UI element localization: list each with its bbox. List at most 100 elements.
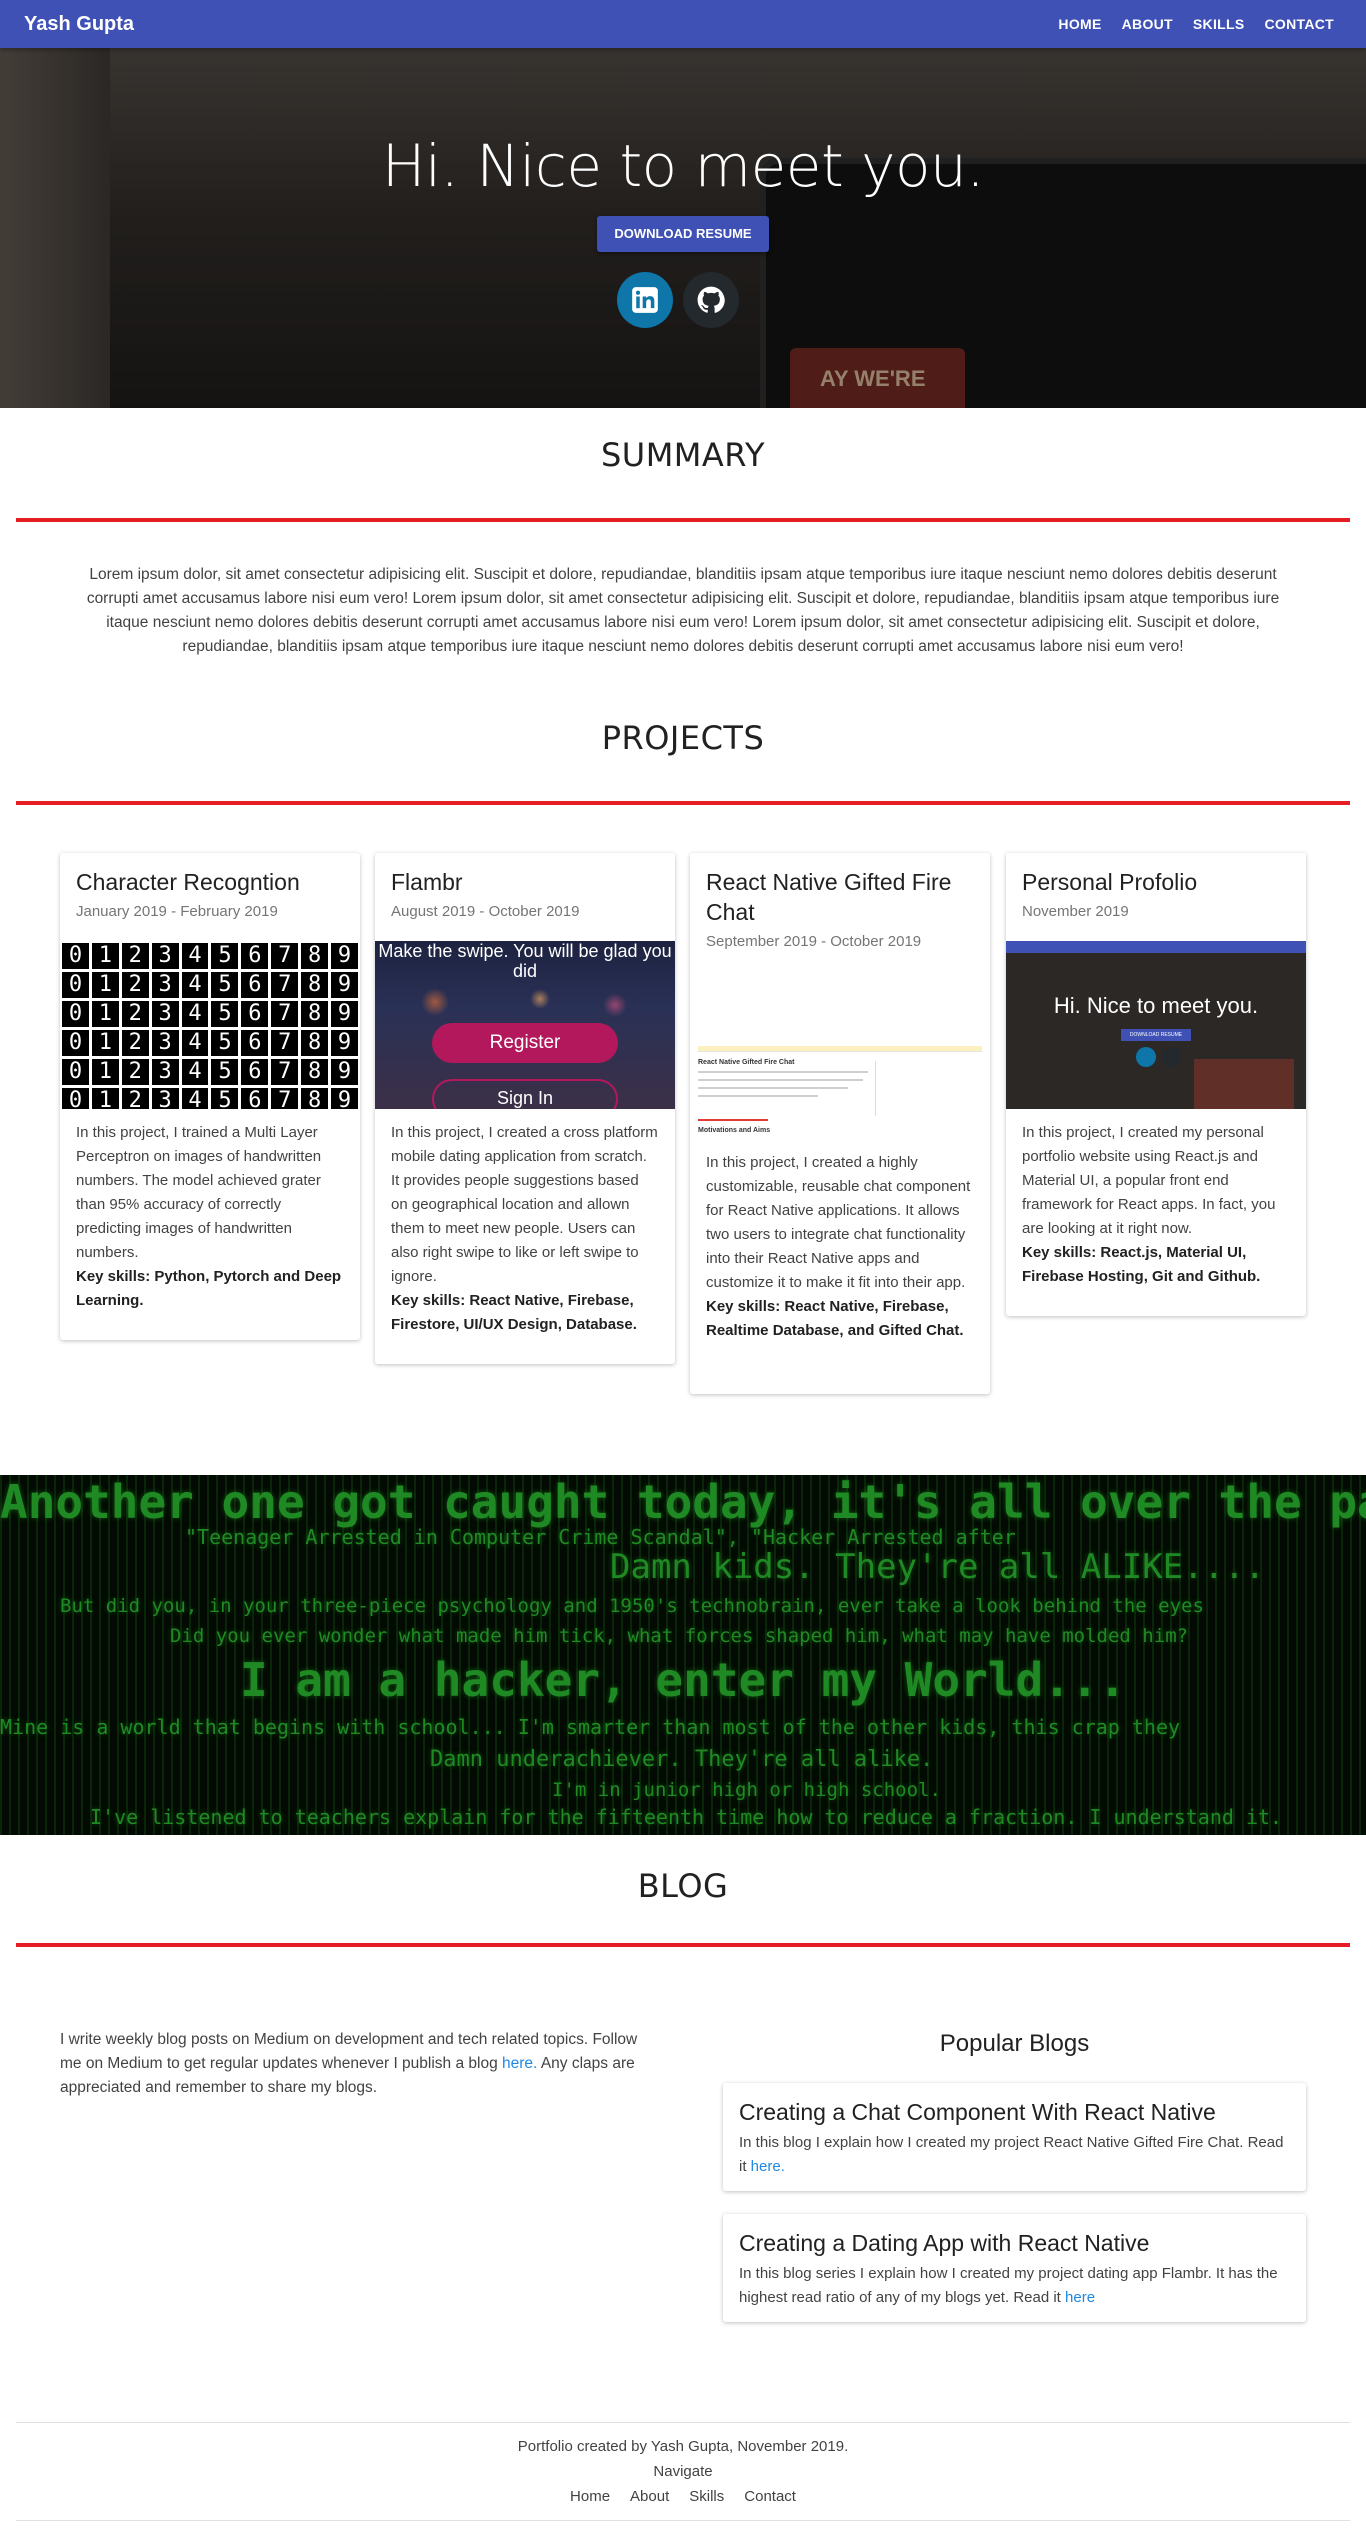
mnist-digit: 9	[331, 1088, 358, 1109]
mnist-digit: 3	[151, 1059, 179, 1085]
mnist-digit: 7	[271, 943, 299, 969]
github-button[interactable]	[683, 272, 739, 328]
blog-post-title: Creating a Dating App with React Native	[739, 2230, 1150, 2256]
hacker-manifesto-banner: Another one got caught today, it's all o…	[0, 1475, 1366, 1835]
mnist-digit: 0	[62, 1088, 89, 1109]
project-title: Flambr	[391, 869, 463, 895]
manifesto-line: I am a hacker, enter my World...	[240, 1653, 1127, 1707]
blog-title: BLOG	[637, 1867, 729, 1905]
nav-about-link[interactable]: ABOUT	[1122, 16, 1173, 32]
manifesto-line: Another one got caught today, it's all o…	[0, 1475, 1366, 1529]
screenshot-heading: React Native Gifted Fire Chat	[698, 1059, 795, 1066]
project-date: November 2019	[1022, 903, 1129, 920]
popular-blogs-title: Popular Blogs	[939, 2030, 1090, 2057]
footer-navigate-heading: Navigate	[653, 2463, 713, 2480]
project-card-personal-portfolio[interactable]: Personal Profolio November 2019 Hi. Nice…	[1006, 853, 1306, 1316]
project-key-skills: Key skills: React Native, Firebase, Fire…	[391, 1292, 637, 1333]
mini-sign	[1194, 1059, 1294, 1109]
linkedin-button[interactable]	[617, 272, 673, 328]
mnist-digit: 5	[211, 943, 239, 969]
mnist-digit: 7	[271, 1001, 299, 1027]
project-card-flambr[interactable]: Flambr August 2019 - October 2019 Make t…	[375, 853, 675, 1364]
project-title: Personal Profolio	[1022, 869, 1198, 895]
mnist-digit: 7	[271, 1030, 299, 1056]
nav-links: HOME ABOUT SKILLS CONTACT	[1058, 16, 1334, 32]
footer-credit: Portfolio created by Yash Gupta, Novembe…	[517, 2438, 849, 2455]
footer-home-link[interactable]: Home	[570, 2488, 610, 2505]
mnist-digit: 5	[211, 1001, 239, 1027]
blog-post-link[interactable]: here.	[751, 2158, 785, 2175]
mini-linkedin-icon	[1136, 1047, 1156, 1067]
mnist-digit: 2	[121, 1001, 149, 1027]
mnist-digit: 9	[331, 972, 358, 998]
blog-card-dating-app[interactable]: Creating a Dating App with React Native …	[723, 2214, 1306, 2322]
flambr-register-button: Register	[432, 1023, 618, 1063]
mini-resume-button: DOWNLOAD RESUME	[1121, 1029, 1191, 1041]
nav-skills-link[interactable]: SKILLS	[1193, 16, 1245, 32]
blog-card-chat-component[interactable]: Creating a Chat Component With React Nat…	[723, 2083, 1306, 2191]
mnist-digit: 6	[241, 1059, 269, 1085]
screenshot-text-line	[698, 1071, 868, 1073]
blog-intro: I write weekly blog posts on Medium on d…	[60, 2028, 660, 2100]
download-resume-button[interactable]: DOWNLOAD RESUME	[597, 216, 769, 252]
mnist-digit: 0	[62, 943, 89, 969]
mnist-digit: 1	[91, 1059, 119, 1085]
project-description-text: In this project, I created a highly cust…	[706, 1154, 971, 1291]
medium-link[interactable]: here.	[502, 2055, 537, 2072]
project-title: Character Recogntion	[76, 869, 300, 895]
mnist-digit: 2	[121, 943, 149, 969]
mnist-digit: 6	[241, 943, 269, 969]
project-card-character-recognition[interactable]: Character Recogntion January 2019 - Febr…	[60, 853, 360, 1340]
manifesto-line: But did you, in your three-piece psychol…	[60, 1595, 1204, 1617]
blog-post-body: In this blog series I explain how I crea…	[739, 2262, 1294, 2310]
mnist-digit: 9	[331, 1030, 358, 1056]
footer-skills-link[interactable]: Skills	[689, 2488, 724, 2505]
mnist-digit: 4	[181, 972, 209, 998]
screenshot-nav-bar	[698, 1046, 982, 1052]
mnist-digit: 3	[151, 1030, 179, 1056]
mnist-digit: 3	[151, 972, 179, 998]
hero-title: Hi. Nice to meet you.	[381, 132, 985, 200]
mnist-digit: 4	[181, 1001, 209, 1027]
mini-github-icon	[1162, 1047, 1182, 1067]
mnist-digit: 1	[91, 1088, 119, 1109]
blog-post-title: Creating a Chat Component With React Nat…	[739, 2099, 1216, 2125]
mnist-digit: 6	[241, 1088, 269, 1109]
mnist-digit: 8	[301, 972, 329, 998]
mnist-digit: 0	[62, 1030, 89, 1056]
mnist-digit: 2	[121, 1030, 149, 1056]
screenshot-text-line	[698, 1079, 863, 1081]
screenshot-sidebar	[875, 1061, 980, 1116]
project-date: August 2019 - October 2019	[391, 903, 580, 920]
brand-name[interactable]: Yash Gupta	[24, 13, 134, 36]
blog-post-body-text: In this blog series I explain how I crea…	[739, 2265, 1278, 2306]
mnist-digit: 6	[241, 972, 269, 998]
project-key-skills: Key skills: Python, Pytorch and Deep Lea…	[76, 1268, 342, 1309]
project-card-gifted-fire-chat[interactable]: React Native Gifted Fire Chat September …	[690, 853, 990, 1394]
manifesto-line: I've listened to teachers explain for th…	[90, 1805, 1283, 1829]
blog-post-body: In this blog I explain how I created my …	[739, 2131, 1294, 2179]
nav-contact-link[interactable]: CONTACT	[1265, 16, 1335, 32]
project-title: React Native Gifted Fire Chat	[706, 869, 952, 925]
project-description: In this project, I trained a Multi Layer…	[76, 1121, 344, 1313]
mnist-digit: 2	[121, 1088, 149, 1109]
footer-about-link[interactable]: About	[630, 2488, 669, 2505]
project-description: In this project, I created a highly cust…	[706, 1151, 974, 1343]
mnist-digit: 8	[301, 943, 329, 969]
project-date: September 2019 - October 2019	[706, 933, 922, 950]
mnist-digit: 7	[271, 972, 299, 998]
manifesto-line: Damn underachiever. They're all alike.	[430, 1747, 934, 1772]
project-key-skills: Key skills: React.js, Material UI, Fireb…	[1022, 1244, 1261, 1285]
blog-post-body-text: In this blog I explain how I created my …	[739, 2134, 1284, 2175]
footer-contact-link[interactable]: Contact	[744, 2488, 796, 2505]
portfolio-screenshot: Hi. Nice to meet you. DOWNLOAD RESUME	[1006, 941, 1306, 1109]
project-description-text: In this project, I created a cross platf…	[391, 1124, 658, 1285]
blog-post-link[interactable]: here	[1065, 2289, 1095, 2306]
project-description: In this project, I created a cross platf…	[391, 1121, 659, 1337]
mnist-digit: 2	[121, 972, 149, 998]
nav-home-link[interactable]: HOME	[1058, 16, 1101, 32]
screenshot-red-text	[698, 1119, 768, 1121]
project-date: January 2019 - February 2019	[76, 903, 278, 920]
mnist-digit: 2	[121, 1059, 149, 1085]
projects-divider	[16, 801, 1350, 805]
